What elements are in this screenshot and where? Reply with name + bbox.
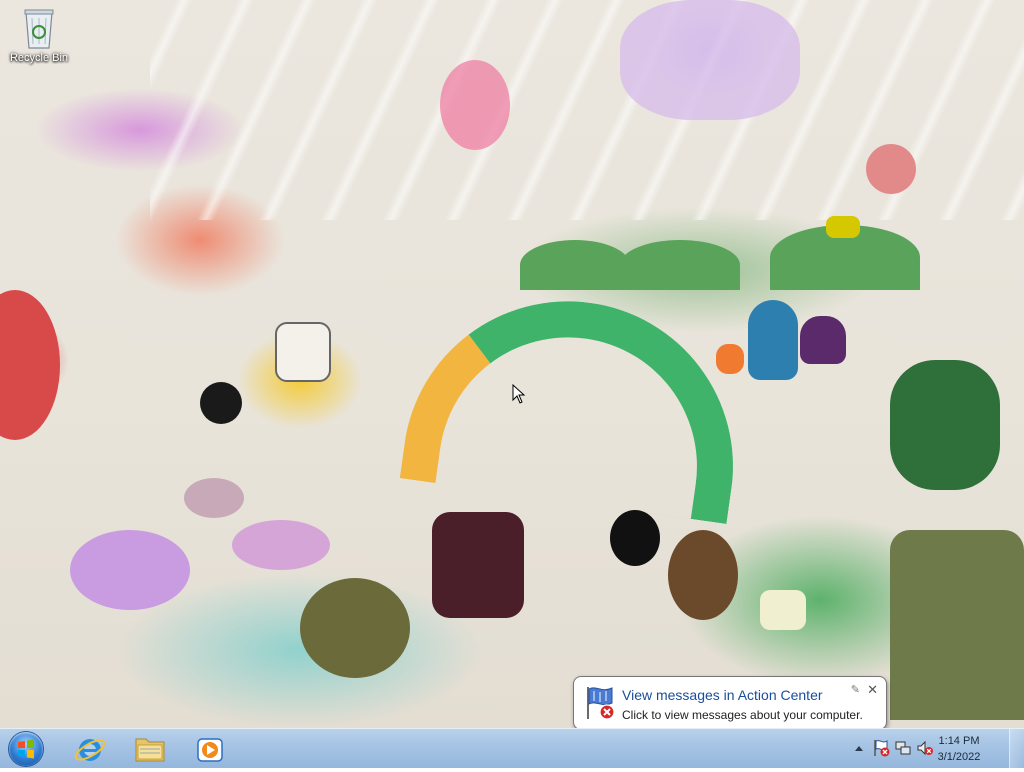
show-desktop-button[interactable] (1009, 729, 1024, 769)
action-center-notification[interactable]: View messages in Action Center Click to … (573, 676, 887, 730)
wallpaper-character (890, 530, 1024, 720)
options-pin-icon[interactable]: ✎ (851, 683, 860, 696)
close-icon[interactable]: ✕ (867, 683, 878, 696)
wallpaper-character (760, 590, 806, 630)
action-center-flag-icon (587, 687, 615, 720)
wallpaper-character (890, 360, 1000, 490)
desktop-wallpaper[interactable]: Recycle Bin (0, 0, 1024, 728)
taskbar-windows-explorer[interactable] (122, 731, 178, 767)
wallpaper-character (748, 300, 798, 380)
wallpaper-character (275, 322, 331, 382)
taskbar-internet-explorer[interactable] (62, 731, 118, 767)
clock-time: 1:14 PM (938, 735, 980, 747)
wallpaper-character (620, 0, 800, 120)
notification-message: Click to view messages about your comput… (622, 708, 863, 722)
internet-explorer-icon (74, 739, 106, 761)
wallpaper-character (432, 512, 524, 618)
taskbar: 1:14 PM 3/1/2022 (0, 728, 1024, 769)
wallpaper-hill (620, 240, 740, 290)
media-player-icon (197, 738, 223, 762)
clock-date: 3/1/2022 (937, 751, 981, 763)
windows-start-icon (9, 732, 43, 766)
recycle-bin-label: Recycle Bin (9, 52, 69, 64)
notification-area: 1:14 PM 3/1/2022 (834, 729, 1024, 769)
wallpaper-character (184, 478, 244, 518)
wallpaper-character (610, 510, 660, 566)
action-center-flag-icon[interactable] (872, 739, 890, 757)
wallpaper-character (300, 578, 410, 678)
wallpaper-character (440, 60, 510, 150)
wallpaper-character (716, 344, 744, 374)
recycle-bin-desktop-icon[interactable]: Recycle Bin (4, 6, 74, 64)
start-button[interactable] (6, 731, 46, 767)
wallpaper-character (200, 382, 242, 424)
wallpaper-rainbow-worm (399, 280, 755, 524)
chevron-up-icon[interactable] (850, 739, 868, 757)
wallpaper-character (668, 530, 738, 620)
notification-title[interactable]: View messages in Action Center (622, 687, 823, 703)
wallpaper-character (800, 316, 846, 364)
folder-icon (135, 738, 165, 762)
taskbar-media-player[interactable] (182, 731, 238, 767)
recycle-bin-icon (24, 9, 54, 49)
wallpaper-character (826, 216, 860, 238)
wallpaper-hill (520, 240, 630, 290)
wallpaper-character (70, 530, 190, 610)
network-icon[interactable] (894, 739, 912, 757)
mouse-cursor-icon (512, 384, 526, 404)
wallpaper-character (232, 520, 330, 570)
wallpaper-character (0, 290, 60, 440)
wallpaper-character (866, 144, 916, 194)
taskbar-clock[interactable]: 1:14 PM 3/1/2022 (924, 733, 994, 765)
